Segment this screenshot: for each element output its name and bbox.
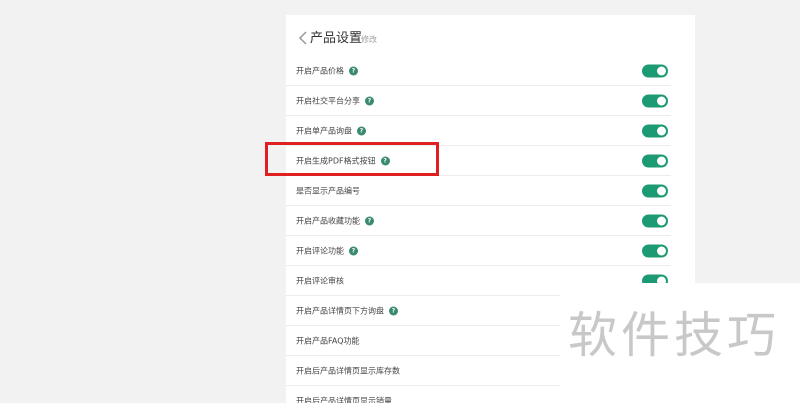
setting-label-text: 开启产品价格 — [296, 66, 344, 76]
help-icon[interactable]: ? — [349, 66, 358, 76]
setting-row: 开启评论功能? — [286, 236, 695, 266]
setting-label: 开启评论功能? — [296, 246, 358, 257]
toggle-knob — [657, 156, 666, 166]
setting-label-text: 开启评论审核 — [296, 276, 344, 286]
chevron-left-icon[interactable] — [296, 29, 310, 47]
watermark-text: 软件技巧 — [568, 307, 781, 364]
panel-header: 产品设置 修改 — [286, 15, 695, 61]
setting-row: 开启产品价格? — [286, 56, 695, 86]
help-icon[interactable]: ? — [357, 126, 366, 136]
setting-toggle[interactable] — [642, 244, 668, 258]
setting-label-text: 开启评论功能 — [296, 246, 344, 256]
setting-label: 开启产品收藏功能? — [296, 216, 374, 227]
setting-label-text: 开启后产品详情页显示销量 — [296, 396, 392, 403]
toggle-knob — [657, 246, 666, 256]
setting-toggle[interactable] — [642, 64, 668, 78]
setting-label: 开启产品FAQ功能 — [296, 336, 360, 347]
setting-row: 是否显示产品编号 — [286, 176, 695, 206]
help-icon[interactable]: ? — [365, 216, 374, 226]
setting-toggle[interactable] — [642, 184, 668, 198]
setting-label: 开启后产品详情页显示库存数 — [296, 366, 400, 377]
setting-label-text: 开启产品详情页下方询盘 — [296, 306, 384, 316]
help-icon[interactable]: ? — [349, 246, 358, 256]
setting-row: 开启产品收藏功能? — [286, 206, 695, 236]
highlight-box — [265, 142, 439, 176]
setting-label: 开启社交平台分享? — [296, 96, 374, 107]
toggle-knob — [657, 186, 666, 196]
setting-label: 开启产品详情页下方询盘? — [296, 306, 398, 317]
setting-label: 开启产品价格? — [296, 66, 358, 77]
toggle-knob — [657, 96, 666, 106]
help-icon[interactable]: ? — [365, 96, 374, 106]
toggle-knob — [657, 66, 666, 76]
setting-label: 开启单产品询盘? — [296, 126, 366, 137]
setting-label-text: 开启产品收藏功能 — [296, 216, 360, 226]
setting-label-text: 开启后产品详情页显示库存数 — [296, 366, 400, 376]
toggle-knob — [657, 216, 666, 226]
setting-row: 开启社交平台分享? — [286, 86, 695, 116]
setting-label-text: 开启单产品询盘 — [296, 126, 352, 136]
setting-toggle[interactable] — [642, 154, 668, 168]
setting-toggle[interactable] — [642, 214, 668, 228]
edit-link[interactable]: 修改 — [361, 34, 377, 46]
setting-label-text: 是否显示产品编号 — [296, 186, 360, 196]
setting-label: 是否显示产品编号 — [296, 186, 360, 197]
setting-toggle[interactable] — [642, 94, 668, 108]
help-icon[interactable]: ? — [389, 306, 398, 316]
setting-label: 开启后产品详情页显示销量 — [296, 396, 392, 403]
toggle-knob — [657, 126, 666, 136]
page-title: 产品设置 — [310, 31, 363, 46]
setting-label: 开启评论审核 — [296, 276, 344, 287]
setting-label-text: 开启社交平台分享 — [296, 96, 360, 106]
setting-toggle[interactable] — [642, 124, 668, 138]
setting-label-text: 开启产品FAQ功能 — [296, 336, 360, 346]
